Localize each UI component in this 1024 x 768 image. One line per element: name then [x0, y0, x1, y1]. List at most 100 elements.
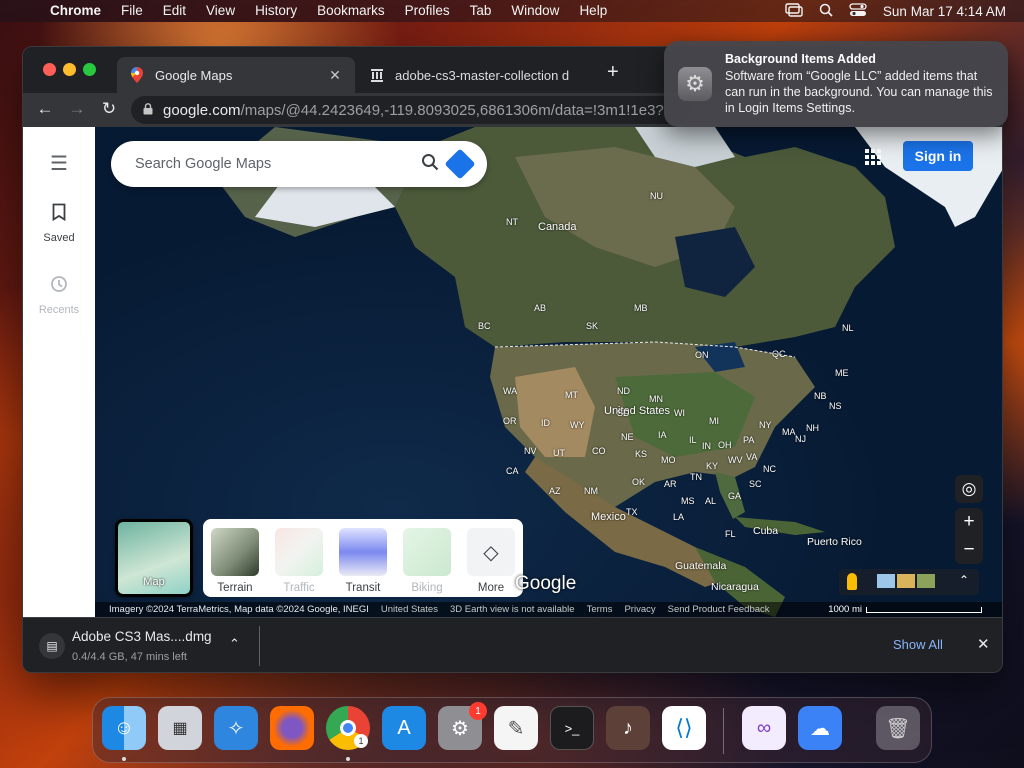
- footer-link-region[interactable]: United States: [381, 604, 438, 615]
- scale-bar[interactable]: 1000 mi: [828, 604, 1002, 615]
- reload-icon[interactable]: ↻: [97, 99, 121, 121]
- menu-window[interactable]: Window: [501, 0, 569, 22]
- running-indicator: [346, 757, 350, 761]
- footer-link-privacy[interactable]: Privacy: [624, 604, 655, 615]
- footer-link-3d[interactable]: 3D Earth view is not available: [450, 604, 575, 615]
- layer-more[interactable]: ◇ More: [465, 528, 517, 594]
- region-label: WV: [728, 455, 743, 465]
- control-center-icon[interactable]: [849, 2, 867, 20]
- layer-switcher-button[interactable]: Map: [115, 519, 193, 597]
- imagery-thumbnail[interactable]: [897, 574, 915, 588]
- region-label: AZ: [549, 486, 561, 496]
- chrome-window: Google Maps ✕ adobe-cs3-master-collectio…: [22, 46, 1003, 673]
- app-store-icon[interactable]: A: [382, 706, 426, 750]
- google-apps-icon[interactable]: [865, 149, 881, 165]
- file-icon[interactable]: ▤: [39, 633, 65, 659]
- imagery-thumbnail[interactable]: [877, 574, 895, 588]
- terminal-icon[interactable]: >_: [550, 706, 594, 750]
- close-window-button[interactable]: [43, 63, 56, 76]
- menubar-clock[interactable]: Sun Mar 17 4:14 AM: [883, 4, 1006, 19]
- search-input[interactable]: Search Google Maps: [111, 141, 487, 187]
- textedit-icon[interactable]: ✎: [494, 706, 538, 750]
- region-label: NS: [829, 401, 842, 411]
- minimize-window-button[interactable]: [63, 63, 76, 76]
- running-indicator: [122, 757, 126, 761]
- region-label: MT: [565, 390, 578, 400]
- new-tab-icon[interactable]: +: [607, 61, 619, 84]
- menu-file[interactable]: File: [111, 0, 153, 22]
- spotlight-search-icon[interactable]: [819, 3, 833, 20]
- address-bar[interactable]: google.com/maps/@44.2423649,-119.8093025…: [131, 96, 691, 124]
- layer-traffic[interactable]: Traffic: [273, 528, 325, 594]
- my-location-icon[interactable]: ◎: [955, 475, 983, 503]
- screen-mirroring-icon[interactable]: [785, 2, 803, 20]
- fullscreen-window-button[interactable]: [83, 63, 96, 76]
- transit-thumbnail: [339, 528, 387, 576]
- region-label: MS: [681, 496, 695, 506]
- footer-link-feedback[interactable]: Send Product Feedback: [668, 604, 770, 615]
- google-maps-page: ☰ Saved Recents Canada United States Mex…: [23, 127, 1002, 617]
- finder-icon[interactable]: ☺: [102, 706, 146, 750]
- background-items-notification[interactable]: ⚙ Background Items Added Software from “…: [664, 41, 1008, 127]
- zoom-out-icon[interactable]: −: [955, 536, 983, 564]
- region-label: NL: [842, 323, 854, 333]
- directions-icon[interactable]: [444, 148, 476, 180]
- firefox-icon[interactable]: [270, 706, 314, 750]
- weather-icon[interactable]: ☁: [798, 706, 842, 750]
- imagery-thumbnail[interactable]: [917, 574, 935, 588]
- region-label: IA: [658, 430, 667, 440]
- region-label: FL: [725, 529, 736, 539]
- forward-arrow-icon[interactable]: →: [65, 99, 89, 121]
- launchpad-icon[interactable]: ▦: [158, 706, 202, 750]
- zoom-in-icon[interactable]: +: [955, 508, 983, 536]
- region-label: TN: [690, 472, 702, 482]
- region-label: IN: [702, 441, 711, 451]
- region-label: KS: [635, 449, 648, 459]
- tab-adobe-cs3[interactable]: adobe-cs3-master-collection d: [357, 57, 595, 93]
- expand-chevron-icon[interactable]: ⌃: [959, 573, 969, 587]
- visual-studio-icon[interactable]: ∞: [742, 706, 786, 750]
- attribution-text: Imagery ©2024 TerraMetrics, Map data ©20…: [109, 604, 369, 615]
- menu-tab[interactable]: Tab: [460, 0, 502, 22]
- chevron-up-icon[interactable]: ⌃: [229, 636, 240, 652]
- layer-terrain[interactable]: Terrain: [209, 528, 261, 594]
- garageband-icon[interactable]: ♪: [606, 706, 650, 750]
- menu-app-name[interactable]: Chrome: [40, 0, 111, 22]
- menu-profiles[interactable]: Profiles: [395, 0, 460, 22]
- lock-icon[interactable]: [143, 102, 153, 118]
- recents-button[interactable]: Recents: [23, 275, 95, 316]
- vscode-icon[interactable]: ⟨⟩: [662, 706, 706, 750]
- safari-icon[interactable]: ✧: [214, 706, 258, 750]
- hamburger-menu-icon[interactable]: ☰: [23, 151, 95, 176]
- tab-google-maps[interactable]: Google Maps ✕: [117, 57, 355, 93]
- trash-icon[interactable]: 🗑: [876, 706, 920, 750]
- region-label: AL: [705, 496, 717, 506]
- show-all-button[interactable]: Show All: [893, 637, 943, 652]
- layer-transit[interactable]: Transit: [337, 528, 389, 594]
- back-arrow-icon[interactable]: ←: [33, 99, 57, 121]
- menu-bar: Chrome File Edit View History Bookmarks …: [0, 0, 1024, 22]
- cuba-label: Cuba: [753, 525, 779, 537]
- region-label: AR: [664, 479, 677, 489]
- close-icon[interactable]: ✕: [977, 635, 990, 653]
- menu-help[interactable]: Help: [569, 0, 617, 22]
- saved-button[interactable]: Saved: [23, 203, 95, 244]
- google-maps-pin-icon: [129, 67, 145, 83]
- menu-view[interactable]: View: [196, 0, 245, 22]
- download-filename[interactable]: Adobe CS3 Mas....dmg: [72, 629, 212, 644]
- layer-biking[interactable]: Biking: [401, 528, 453, 594]
- satellite-map[interactable]: Canada United States Mexico Cuba Puerto …: [95, 127, 1002, 617]
- region-label: NJ: [795, 434, 806, 444]
- pegman-icon[interactable]: [847, 573, 857, 590]
- close-tab-icon[interactable]: ✕: [327, 67, 343, 84]
- menu-history[interactable]: History: [245, 0, 307, 22]
- footer-link-terms[interactable]: Terms: [587, 604, 613, 615]
- menu-edit[interactable]: Edit: [153, 0, 196, 22]
- zoom-controls: + −: [955, 508, 983, 564]
- region-label: GA: [728, 491, 742, 501]
- bookmark-icon: [23, 203, 95, 226]
- sign-in-button[interactable]: Sign in: [903, 141, 973, 171]
- menu-bookmarks[interactable]: Bookmarks: [307, 0, 395, 22]
- region-label: ON: [695, 350, 709, 360]
- notification-badge: 1: [469, 702, 487, 720]
